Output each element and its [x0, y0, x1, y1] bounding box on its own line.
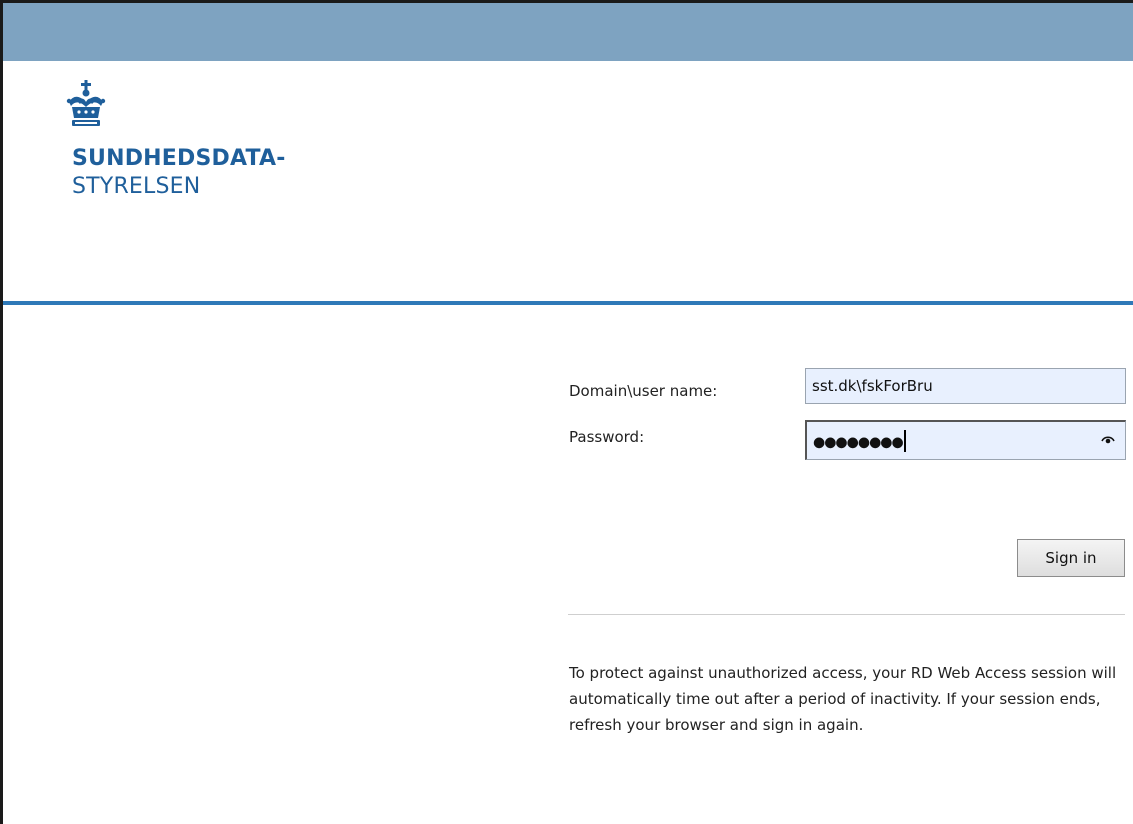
password-value: ●●●●●●●● [813, 434, 904, 451]
eye-icon[interactable] [1101, 434, 1115, 444]
password-label: Password: [569, 428, 645, 446]
username-value: sst.dk\fskForBru [812, 377, 933, 395]
logo [66, 80, 106, 130]
header-divider [3, 301, 1133, 305]
top-banner [3, 3, 1133, 61]
crown-icon [66, 80, 106, 126]
logo-text-line1: SUNDHEDSDATA- [72, 146, 286, 171]
section-divider [568, 614, 1125, 615]
sign-in-button[interactable]: Sign in [1017, 539, 1125, 577]
session-timeout-notice: To protect against unauthorized access, … [569, 664, 1117, 734]
username-field[interactable]: sst.dk\fskForBru [805, 368, 1126, 404]
text-caret [903, 430, 906, 452]
username-label: Domain\user name: [569, 382, 718, 400]
logo-text-line2: STYRELSEN [72, 174, 201, 199]
password-field[interactable]: ●●●●●●●● [805, 420, 1126, 460]
